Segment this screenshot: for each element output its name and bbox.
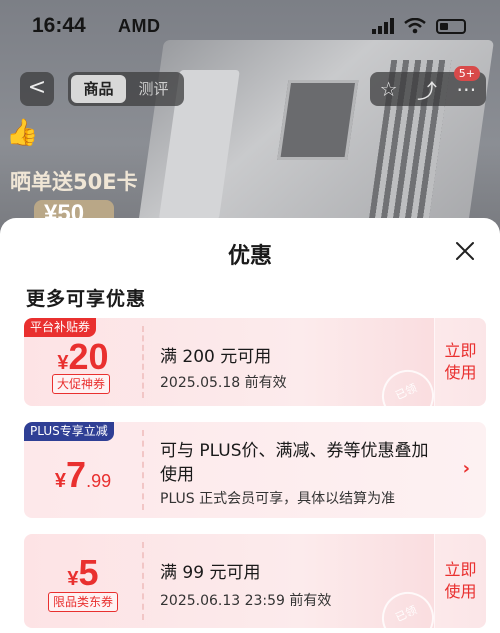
- coupon-condition: 满 99 元可用: [160, 563, 261, 583]
- coupon-amount: 5: [78, 552, 99, 593]
- back-button[interactable]: <: [20, 72, 54, 106]
- currency-symbol: ¥: [57, 352, 69, 374]
- use-now-button[interactable]: 立即使用: [434, 318, 486, 406]
- coupon-valid-date: 2025.06.13 23:59 前有效: [160, 593, 332, 609]
- tab-switcher: 商品 测评: [68, 72, 184, 106]
- coupon-price: ¥5: [24, 552, 142, 594]
- chevron-right-icon[interactable]: ›: [463, 458, 470, 479]
- coupon-amount: 7: [66, 454, 87, 495]
- coupon-sub-tag: 限品类东券: [48, 592, 119, 612]
- thumbs-up-icon: 👍: [6, 118, 39, 148]
- coupon-value-area: 平台补贴券 ¥20 大促神券: [24, 318, 142, 406]
- battery-icon: [436, 18, 466, 34]
- currency-symbol: ¥: [54, 470, 67, 492]
- tab-review[interactable]: 测评: [126, 75, 181, 103]
- coupon-price: ¥20: [24, 336, 142, 378]
- coupon-value-area: PLUS专享立减 ¥7.99: [24, 422, 142, 518]
- coupon-price: ¥7.99: [24, 454, 142, 496]
- message-badge: 5+: [453, 66, 480, 81]
- coupon-decimal: .99: [86, 471, 112, 491]
- coupon-card[interactable]: ¥5 限品类东券 满 99 元可用 2025.06.13 23:59 前有效 已…: [24, 534, 486, 628]
- coupon-value-area: ¥5 限品类东券: [24, 534, 142, 628]
- claimed-stamp: 已领: [373, 583, 443, 628]
- claimed-stamp: 已领: [373, 361, 443, 406]
- coupon-card-plus[interactable]: PLUS专享立减 ¥7.99 可与 PLUS价、满减、券等优惠叠加 使用 PLU…: [24, 422, 486, 518]
- section-title: 更多可享优惠: [26, 288, 147, 310]
- coupon-tag: 平台补贴券: [24, 318, 97, 337]
- status-icons: [372, 18, 466, 34]
- sheet-title: 优惠: [227, 244, 272, 269]
- discount-sheet: 优惠 更多可享优惠 平台补贴券 ¥20 大促神券 满 200 元可用 2025.…: [0, 218, 500, 633]
- status-bar: 16:44 AMD: [0, 14, 500, 44]
- coupon-condition: 可与 PLUS价、满减、券等优惠叠加: [160, 441, 429, 461]
- coupon-condition: 满 200 元可用: [160, 347, 272, 367]
- coupon-info: 可与 PLUS价、满减、券等优惠叠加 使用 PLUS 正式会员可享，具体以结算为…: [144, 422, 486, 518]
- promo-text: 晒单送50E卡: [10, 170, 138, 194]
- close-button[interactable]: [452, 238, 478, 264]
- coupon-note: PLUS 正式会员可享，具体以结算为准: [160, 491, 396, 507]
- coupon-info: 满 99 元可用 2025.06.13 23:59 前有效 已领 立即使用: [144, 534, 486, 628]
- signal-icon: [372, 18, 394, 34]
- coupon-amount: 20: [68, 336, 109, 377]
- use-now-label: 立即使用: [444, 560, 477, 601]
- coupon-sub-tag: 大促神券: [52, 374, 111, 394]
- tab-product[interactable]: 商品: [71, 75, 126, 103]
- status-brand: AMD: [118, 16, 161, 36]
- wifi-icon: [404, 18, 426, 34]
- use-now-label: 立即使用: [444, 341, 477, 382]
- coupon-card[interactable]: 平台补贴券 ¥20 大促神券 满 200 元可用 2025.05.18 前有效 …: [24, 318, 486, 406]
- product-navbar: < 商品 测评 ☆ ⤴ ⋯ 5+: [0, 66, 500, 110]
- coupon-valid-date: 2025.05.18 前有效: [160, 375, 287, 391]
- coupon-info: 满 200 元可用 2025.05.18 前有效 已领 立即使用: [144, 318, 486, 406]
- share-icon[interactable]: ⤴: [417, 75, 437, 104]
- nav-actions: ☆ ⤴ ⋯ 5+: [370, 66, 486, 106]
- coupon-tag: PLUS专享立减: [24, 422, 114, 441]
- promo-banner[interactable]: 👍 晒单送50E卡 ¥50: [0, 118, 150, 240]
- close-icon: [456, 242, 474, 260]
- currency-symbol: ¥: [67, 568, 79, 590]
- coupon-condition-cont: 使用: [160, 465, 194, 485]
- favorite-star-icon[interactable]: ☆: [380, 77, 398, 101]
- status-time: 16:44: [32, 14, 86, 37]
- use-now-button[interactable]: 立即使用: [434, 534, 486, 628]
- background-page: 16:44 AMD < 商品 测评 ☆ ⤴ ⋯ 5+ 👍 晒单送50E卡 ¥50: [0, 0, 500, 240]
